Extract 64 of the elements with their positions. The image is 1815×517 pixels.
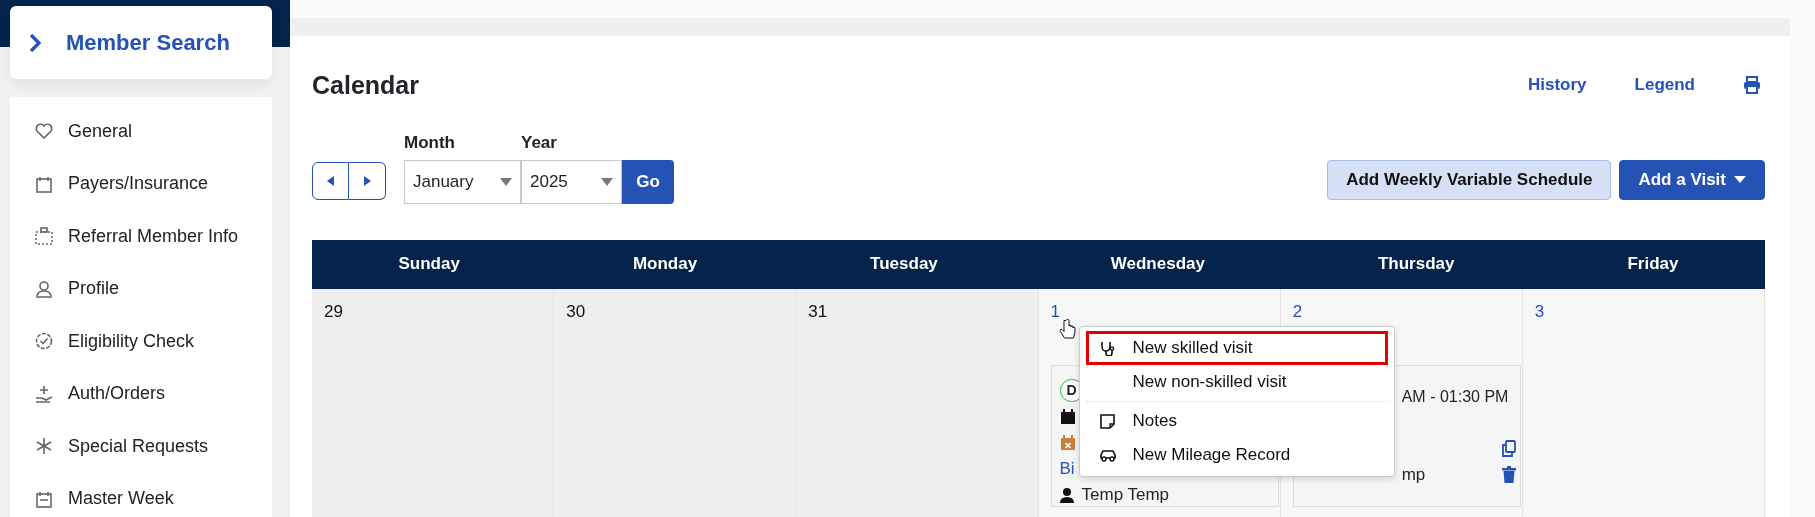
- previous-month-button[interactable]: [312, 161, 349, 200]
- month-select[interactable]: January: [404, 159, 521, 204]
- caret-down-icon: [601, 177, 613, 186]
- asterisk-icon: [34, 436, 54, 457]
- day-cell[interactable]: 31: [796, 288, 1039, 517]
- next-month-button[interactable]: [349, 161, 386, 200]
- calendar-icon: [1059, 408, 1076, 425]
- print-icon[interactable]: [1743, 76, 1761, 94]
- sidebar-item[interactable]: Master Week: [34, 472, 272, 517]
- visit-time: AM - 01:30 PM: [1401, 386, 1509, 407]
- day-cell[interactable]: 29: [312, 288, 555, 517]
- add-visit-button[interactable]: Add a Visit: [1619, 159, 1765, 200]
- sidebar-item[interactable]: Profile: [34, 262, 272, 315]
- day-number[interactable]: 3: [1534, 301, 1545, 321]
- member-search-title[interactable]: Member Search: [66, 26, 230, 59]
- sidebar-item[interactable]: Referral Member Info: [34, 210, 272, 263]
- caret-left-icon: [327, 176, 334, 187]
- caret-down-icon: [1734, 176, 1746, 183]
- year-label: Year: [521, 132, 558, 154]
- weekday-header: Wednesday: [1110, 253, 1205, 276]
- sidebar-item[interactable]: Payers/Insurance: [34, 157, 272, 210]
- calendar-title: Calendar: [312, 70, 419, 100]
- badge-check-icon: [34, 331, 54, 352]
- building-icon: [34, 226, 54, 247]
- day-number[interactable]: 2: [1292, 301, 1303, 321]
- trash-icon[interactable]: [1501, 466, 1516, 483]
- month-label: Month: [404, 132, 456, 154]
- sidebar-item[interactable]: Special Requests: [34, 420, 272, 473]
- caregiver-name: Temp Temp: [1081, 483, 1170, 506]
- day-number[interactable]: 1: [1050, 301, 1060, 321]
- hand-cursor-icon: [1058, 318, 1077, 341]
- sidebar-item[interactable]: General: [34, 105, 272, 158]
- weekday-header: Thursday: [1377, 253, 1455, 276]
- calendar-x-icon: [1059, 434, 1076, 451]
- person-icon: [34, 278, 54, 299]
- copy-icon[interactable]: [1501, 440, 1516, 457]
- header-link[interactable]: Legend: [1634, 72, 1695, 98]
- chevron-icon: [28, 31, 42, 54]
- member-search-header[interactable]: Member Search: [10, 6, 272, 79]
- go-button[interactable]: Go: [622, 159, 674, 204]
- caret-right-icon: [363, 176, 371, 187]
- day-number: 31: [808, 301, 828, 321]
- weekday-header: Monday: [632, 253, 698, 276]
- visit-link[interactable]: Bi: [1059, 455, 1075, 482]
- day-number: 29: [324, 301, 343, 321]
- weekday-header: Sunday: [398, 253, 460, 276]
- caregiver-name: mp: [1401, 463, 1426, 486]
- weekday-header: Tuesday: [870, 253, 938, 276]
- weekday-header: Friday: [1627, 253, 1679, 276]
- add-schedule-button[interactable]: Add Weekly Variable Schedule: [1327, 159, 1612, 200]
- day-number: 30: [566, 301, 586, 321]
- year-select[interactable]: 2025: [521, 159, 622, 204]
- sidebar-item[interactable]: Auth/Orders: [34, 367, 272, 420]
- day-cell[interactable]: 30: [554, 288, 797, 517]
- menu-item[interactable]: New skilled visit: [1085, 330, 1388, 365]
- sidebar-item[interactable]: Eligibility Check: [34, 315, 272, 368]
- note-icon: [1098, 412, 1117, 429]
- day-cell[interactable]: 3: [1522, 288, 1766, 517]
- caret-down-icon: [500, 177, 512, 186]
- heart-icon: [34, 121, 54, 142]
- caregiver-icon: [1059, 486, 1074, 503]
- stethoscope-icon: [1098, 339, 1117, 356]
- hand-plus-icon: [34, 383, 54, 404]
- header-link[interactable]: History: [1527, 72, 1587, 98]
